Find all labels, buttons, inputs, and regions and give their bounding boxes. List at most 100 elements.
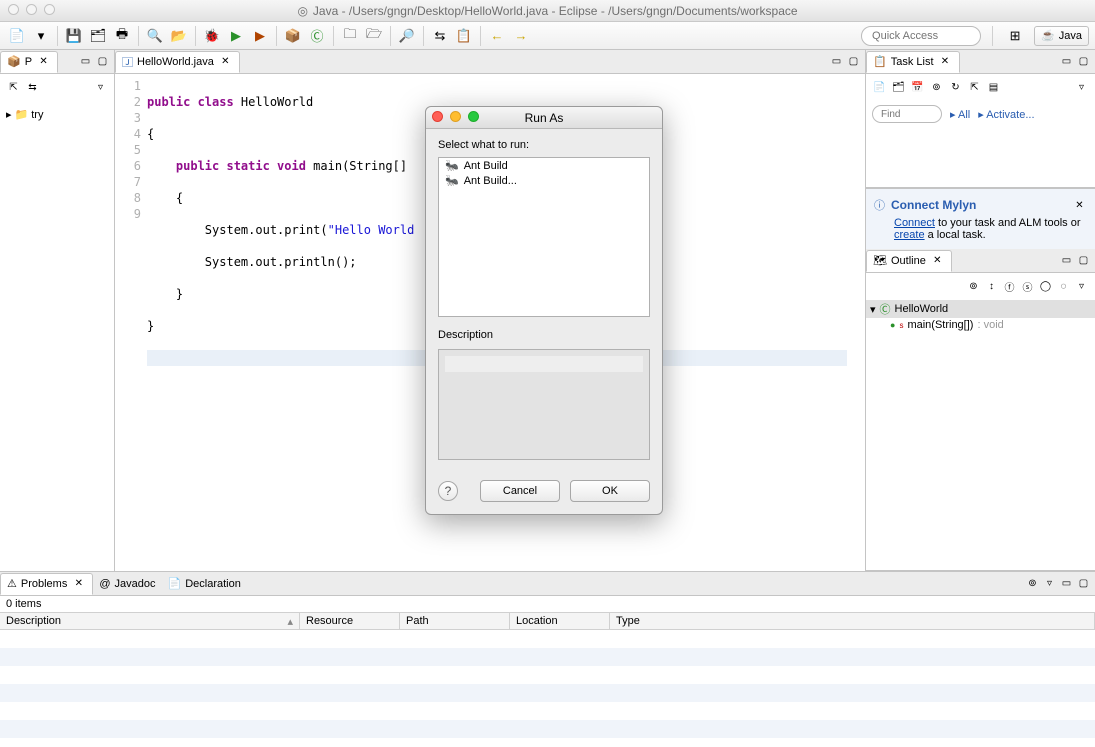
minimize-icon[interactable] [26,4,37,15]
open-perspective-button[interactable]: ⊞ [1004,25,1026,47]
ok-button[interactable]: OK [570,480,650,502]
close-editor-icon[interactable]: ✕ [218,54,233,69]
project-icon: 📁 [15,108,29,121]
sort-icon[interactable]: ↕ [984,279,999,294]
close-icon[interactable] [8,4,19,15]
debug-button[interactable]: 🐞 [201,25,223,47]
problems-table-body[interactable] [0,630,1095,747]
editor-tab[interactable]: 🄹 HelloWorld.java ✕ [115,51,240,73]
run-last-button[interactable]: ▶ [249,25,271,47]
all-filter-link[interactable]: ▸ All [950,108,970,121]
list-item[interactable]: 🐜 Ant Build... [439,173,649,188]
method-icon: ● [890,320,895,330]
col-location[interactable]: Location [510,613,610,629]
collapse-all-icon[interactable]: ⇱ [6,80,21,95]
package-explorer-tab[interactable]: 📦 P ✕ [0,51,58,73]
schedule-icon[interactable]: 📅 [910,80,925,95]
open-folder-button[interactable]: 🗁 [363,25,385,47]
minimize-tasklist-icon[interactable]: ▭ [1059,54,1074,69]
collapse-icon[interactable]: ▾ [870,303,876,316]
run-options-list[interactable]: 🐜 Ant Build 🐜 Ant Build... [438,157,650,317]
outline-tree[interactable]: ▾ Ⓒ HelloWorld ● s main(String[]) : void [866,300,1095,332]
open-type-button[interactable]: 🔍 [144,25,166,47]
focus-icon[interactable]: ⊚ [929,80,944,95]
help-button[interactable]: ? [438,481,458,501]
problems-tab[interactable]: ⚠ Problems ✕ [0,573,93,595]
col-type[interactable]: Type [610,613,1095,629]
filter-icon[interactable]: ▤ [986,80,1001,95]
search-button[interactable]: 🔎 [396,25,418,47]
link-editor-icon[interactable]: ⇆ [25,80,40,95]
outline-tab[interactable]: 🗺 Outline ✕ [866,250,952,272]
close-mylyn-icon[interactable]: ✕ [1072,198,1087,213]
close-tasklist-icon[interactable]: ✕ [938,54,953,69]
toggle-button[interactable]: ⇆ [429,25,451,47]
sync-icon[interactable]: ↻ [948,80,963,95]
maximize-problems-icon[interactable]: ▢ [1076,576,1091,591]
list-item[interactable]: 🐜 Ant Build [439,158,649,173]
window-traffic-lights[interactable] [8,4,55,15]
close-problems-icon[interactable]: ✕ [71,576,86,591]
maximize-tasklist-icon[interactable]: ▢ [1076,54,1091,69]
java-perspective-button[interactable]: ☕ Java [1034,26,1089,46]
minimize-view-icon[interactable]: ▭ [78,54,93,69]
close-tab-icon[interactable]: ✕ [36,54,51,69]
col-path[interactable]: Path [400,613,510,629]
outline-method-node[interactable]: ● s main(String[]) : void [866,318,1095,332]
annotation-button[interactable]: 📋 [453,25,475,47]
line-gutter: 1 2 3 4 5 6 7 8 9 [115,74,147,571]
outline-menu-icon[interactable]: ▿ [1074,279,1089,294]
collapse-tasks-icon[interactable]: ⇱ [967,80,982,95]
create-link[interactable]: create [894,229,925,241]
hide-nonpublic-icon[interactable]: ◯ [1038,279,1053,294]
forward-button[interactable]: → [510,25,532,47]
col-description[interactable]: Description ▴ [0,613,300,629]
back-button[interactable]: ← [486,25,508,47]
focus-problems-icon[interactable]: ⊚ [1025,576,1040,591]
project-tree[interactable]: ▸ 📁 try [0,101,114,128]
outline-class-node[interactable]: ▾ Ⓒ HelloWorld [866,300,1095,318]
open-project-button[interactable]: 🗀 [339,25,361,47]
run-button[interactable]: ▶ [225,25,247,47]
dialog-zoom-icon[interactable] [468,111,479,122]
save-all-button[interactable]: 🗂 [87,25,109,47]
declaration-tab[interactable]: 📄 Declaration [162,573,247,595]
build-button[interactable]: 📂 [168,25,190,47]
new-button[interactable]: 📄 [6,25,28,47]
dialog-close-icon[interactable] [432,111,443,122]
dialog-minimize-icon[interactable] [450,111,461,122]
quick-access-input[interactable] [861,26,981,46]
focus-outline-icon[interactable]: ⊚ [966,279,981,294]
print-button[interactable]: 🖶 [111,25,133,47]
categorize-icon[interactable]: 🗂 [891,80,906,95]
task-find-input[interactable] [872,105,942,123]
view-menu-icon[interactable]: ▿ [93,80,108,95]
tasklist-menu-icon[interactable]: ▿ [1074,80,1089,95]
minimize-problems-icon[interactable]: ▭ [1059,576,1074,591]
maximize-outline-icon[interactable]: ▢ [1076,253,1091,268]
minimize-outline-icon[interactable]: ▭ [1059,253,1074,268]
maximize-view-icon[interactable]: ▢ [95,54,110,69]
col-resource[interactable]: Resource [300,613,400,629]
cancel-button[interactable]: Cancel [480,480,560,502]
new-task-icon[interactable]: 📄 [872,80,887,95]
dialog-traffic-lights[interactable] [432,111,479,122]
project-node[interactable]: ▸ 📁 try [6,107,108,122]
save-button[interactable]: 💾 [63,25,85,47]
maximize-editor-icon[interactable]: ▢ [846,54,861,69]
new-class-button[interactable]: Ⓒ [306,25,328,47]
new-package-button[interactable]: 📦 [282,25,304,47]
hide-local-icon[interactable]: ◌ [1056,279,1071,294]
hide-static-icon[interactable]: ⓢ [1020,279,1035,294]
task-list-tab[interactable]: 📋 Task List ✕ [866,51,960,73]
expand-icon[interactable]: ▸ [6,108,12,121]
javadoc-tab[interactable]: @ Javadoc [93,573,161,595]
new-dropdown-icon[interactable]: ▾ [30,25,52,47]
close-outline-icon[interactable]: ✕ [930,253,945,268]
minimize-editor-icon[interactable]: ▭ [829,54,844,69]
hide-fields-icon[interactable]: ⓕ [1002,279,1017,294]
activate-link[interactable]: ▸ Activate... [978,108,1034,121]
problems-menu-icon[interactable]: ▿ [1042,576,1057,591]
connect-link[interactable]: Connect [894,217,935,229]
zoom-icon[interactable] [44,4,55,15]
